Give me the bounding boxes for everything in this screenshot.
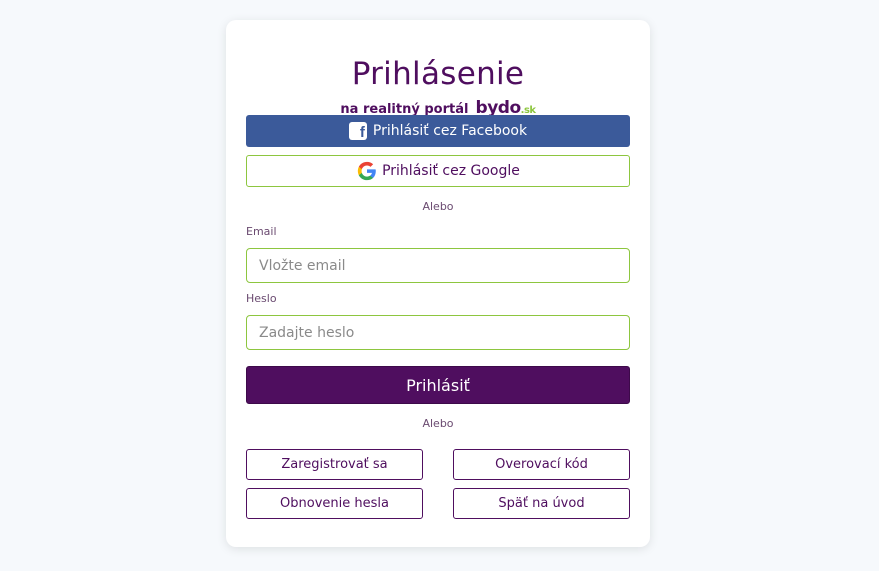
- google-login-button[interactable]: Prihlásiť cez Google: [246, 155, 630, 187]
- email-label: Email: [246, 225, 277, 238]
- reset-password-button[interactable]: Obnovenie hesla: [246, 488, 423, 519]
- page-title: Prihlásenie: [351, 56, 525, 92]
- google-login-label: Prihlásiť cez Google: [382, 163, 520, 179]
- reset-password-label: Obnovenie hesla: [280, 496, 389, 511]
- divider-or-2: Alebo: [422, 417, 454, 430]
- password-input[interactable]: [246, 315, 630, 350]
- divider-or-1: Alebo: [422, 200, 454, 213]
- login-submit-label: Prihlásiť: [406, 375, 470, 395]
- back-home-button[interactable]: Späť na úvod: [453, 488, 630, 519]
- facebook-icon: f: [348, 122, 367, 141]
- verification-code-label: Overovací kód: [495, 457, 588, 472]
- password-label: Heslo: [246, 292, 277, 305]
- verification-code-button[interactable]: Overovací kód: [453, 449, 630, 480]
- google-icon: [357, 161, 376, 181]
- back-home-label: Späť na úvod: [498, 496, 585, 511]
- facebook-login-label: Prihlásiť cez Facebook: [372, 123, 528, 139]
- facebook-login-button[interactable]: f Prihlásiť cez Facebook: [246, 115, 630, 147]
- register-label: Zaregistrovať sa: [281, 457, 388, 472]
- register-button[interactable]: Zaregistrovať sa: [246, 449, 423, 480]
- email-input[interactable]: [246, 248, 630, 283]
- login-card: Prihlásenie na realitný portál bydo.sk f…: [226, 20, 650, 547]
- login-submit-button[interactable]: Prihlásiť: [246, 366, 630, 404]
